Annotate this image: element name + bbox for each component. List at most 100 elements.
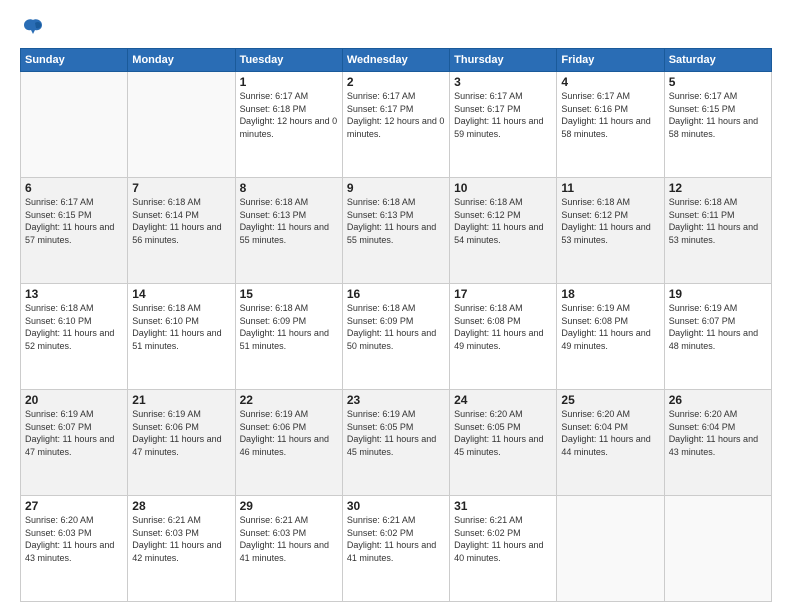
day-number: 16 <box>347 287 445 301</box>
daylight-text: Daylight: 11 hours and 49 minutes. <box>561 328 650 351</box>
day-info: Sunrise: 6:18 AMSunset: 6:13 PMDaylight:… <box>240 196 338 246</box>
table-row: 28 Sunrise: 6:21 AM Sunset: 6:03 PM Dayligh… <box>128 496 235 602</box>
sunset-text: Sunset: 6:09 PM <box>347 316 414 326</box>
day-info: Sunrise: 6:20 AM Sunset: 6:04 PM Daylight:… <box>669 408 767 458</box>
sunset-text: Sunset: 6:12 PM <box>454 210 521 220</box>
sunrise-text: Sunrise: 6:21 AM <box>132 515 201 525</box>
sunrise-text: Sunrise: 6:18 AM <box>561 197 630 207</box>
day-number: 25 <box>561 393 659 407</box>
day-number: 28 <box>132 499 230 513</box>
table-row: 15Sunrise: 6:18 AMSunset: 6:09 PMDayligh… <box>235 284 342 390</box>
col-wednesday: Wednesday <box>342 49 449 72</box>
day-number: 11 <box>561 181 659 195</box>
daylight-text: Daylight: 11 hours and 42 minutes. <box>132 540 221 563</box>
sunrise-text: Sunrise: 6:18 AM <box>132 303 201 313</box>
sunrise-text: Sunrise: 6:19 AM <box>347 409 416 419</box>
daylight-text: Daylight: 11 hours and 58 minutes. <box>561 116 650 139</box>
calendar-table: Sunday Monday Tuesday Wednesday Thursday… <box>20 48 772 602</box>
table-row: 5Sunrise: 6:17 AMSunset: 6:15 PMDaylight… <box>664 72 771 178</box>
sunrise-text: Sunrise: 6:21 AM <box>347 515 416 525</box>
day-info: Sunrise: 6:19 AMSunset: 6:06 PMDaylight:… <box>240 408 338 458</box>
sunset-text: Sunset: 6:14 PM <box>132 210 199 220</box>
daylight-text: Daylight: 11 hours and 50 minutes. <box>347 328 436 351</box>
daylight-text: Daylight: 11 hours and 53 minutes. <box>669 222 758 245</box>
sunrise-text: Sunrise: 6:18 AM <box>669 197 738 207</box>
sunset-text: Sunset: 6:15 PM <box>25 210 92 220</box>
daylight-text: Daylight: 11 hours and 52 minutes. <box>25 328 114 351</box>
day-info: Sunrise: 6:19 AMSunset: 6:06 PMDaylight:… <box>132 408 230 458</box>
daylight-text: Daylight: 11 hours and 40 minutes. <box>454 540 543 563</box>
col-tuesday: Tuesday <box>235 49 342 72</box>
day-info: Sunrise: 6:18 AM Sunset: 6:10 PM Daylight:… <box>25 302 123 352</box>
logo-bird-icon <box>22 16 44 38</box>
daylight-text: Daylight: 11 hours and 58 minutes. <box>669 116 758 139</box>
day-info: Sunrise: 6:21 AM Sunset: 6:03 PM Daylight:… <box>132 514 230 564</box>
day-info: Sunrise: 6:18 AMSunset: 6:14 PMDaylight:… <box>132 196 230 246</box>
sunset-text: Sunset: 6:10 PM <box>132 316 199 326</box>
daylight-text: Daylight: 11 hours and 43 minutes. <box>669 434 758 457</box>
day-info: Sunrise: 6:18 AMSunset: 6:09 PMDaylight:… <box>240 302 338 352</box>
sunset-text: Sunset: 6:05 PM <box>454 422 521 432</box>
col-sunday: Sunday <box>21 49 128 72</box>
table-row: 25Sunrise: 6:20 AMSunset: 6:04 PMDayligh… <box>557 390 664 496</box>
daylight-text: Daylight: 11 hours and 51 minutes. <box>240 328 329 351</box>
day-info: Sunrise: 6:18 AMSunset: 6:10 PMDaylight:… <box>132 302 230 352</box>
day-info: Sunrise: 6:21 AM Sunset: 6:02 PM Daylight:… <box>347 514 445 564</box>
day-number: 14 <box>132 287 230 301</box>
sunrise-text: Sunrise: 6:20 AM <box>454 409 523 419</box>
daylight-text: Daylight: 11 hours and 41 minutes. <box>240 540 329 563</box>
sunrise-text: Sunrise: 6:18 AM <box>240 197 309 207</box>
sunset-text: Sunset: 6:04 PM <box>669 422 736 432</box>
sunset-text: Sunset: 6:06 PM <box>240 422 307 432</box>
day-number: 3 <box>454 75 552 89</box>
table-row <box>664 496 771 602</box>
table-row: 3Sunrise: 6:17 AMSunset: 6:17 PMDaylight… <box>450 72 557 178</box>
sunrise-text: Sunrise: 6:17 AM <box>669 91 738 101</box>
day-number: 17 <box>454 287 552 301</box>
day-info: Sunrise: 6:18 AM Sunset: 6:09 PM Daylight:… <box>347 302 445 352</box>
daylight-text: Daylight: 11 hours and 47 minutes. <box>25 434 114 457</box>
day-number: 7 <box>132 181 230 195</box>
day-number: 21 <box>132 393 230 407</box>
day-number: 15 <box>240 287 338 301</box>
sunset-text: Sunset: 6:02 PM <box>347 528 414 538</box>
day-info: Sunrise: 6:17 AMSunset: 6:18 PMDaylight:… <box>240 90 338 140</box>
table-row: 16 Sunrise: 6:18 AM Sunset: 6:09 PM Dayligh… <box>342 284 449 390</box>
day-info: Sunrise: 6:21 AMSunset: 6:02 PMDaylight:… <box>454 514 552 564</box>
table-row: 29Sunrise: 6:21 AMSunset: 6:03 PMDayligh… <box>235 496 342 602</box>
sunrise-text: Sunrise: 6:18 AM <box>454 303 523 313</box>
sunset-text: Sunset: 6:11 PM <box>669 210 735 220</box>
daylight-text: Daylight: 11 hours and 41 minutes. <box>347 540 436 563</box>
day-info: Sunrise: 6:18 AMSunset: 6:08 PMDaylight:… <box>454 302 552 352</box>
day-number: 27 <box>25 499 123 513</box>
day-info: Sunrise: 6:18 AMSunset: 6:12 PMDaylight:… <box>561 196 659 246</box>
daylight-text: Daylight: 11 hours and 59 minutes. <box>454 116 543 139</box>
sunrise-text: Sunrise: 6:20 AM <box>669 409 738 419</box>
sunrise-text: Sunrise: 6:18 AM <box>347 303 416 313</box>
sunrise-text: Sunrise: 6:17 AM <box>454 91 523 101</box>
logo <box>20 16 44 38</box>
table-row <box>557 496 664 602</box>
day-number: 31 <box>454 499 552 513</box>
sunrise-text: Sunrise: 6:20 AM <box>561 409 630 419</box>
table-row: 22Sunrise: 6:19 AMSunset: 6:06 PMDayligh… <box>235 390 342 496</box>
sunrise-text: Sunrise: 6:19 AM <box>240 409 309 419</box>
day-number: 12 <box>669 181 767 195</box>
day-info: Sunrise: 6:18 AM Sunset: 6:11 PM Daylight:… <box>669 196 767 246</box>
sunrise-text: Sunrise: 6:17 AM <box>561 91 630 101</box>
day-info: Sunrise: 6:18 AMSunset: 6:12 PMDaylight:… <box>454 196 552 246</box>
sunrise-text: Sunrise: 6:18 AM <box>25 303 94 313</box>
sunset-text: Sunset: 6:05 PM <box>347 422 414 432</box>
sunrise-text: Sunrise: 6:19 AM <box>132 409 201 419</box>
col-thursday: Thursday <box>450 49 557 72</box>
day-number: 30 <box>347 499 445 513</box>
day-number: 10 <box>454 181 552 195</box>
sunrise-text: Sunrise: 6:18 AM <box>132 197 201 207</box>
calendar-header-row: Sunday Monday Tuesday Wednesday Thursday… <box>21 49 772 72</box>
sunrise-text: Sunrise: 6:17 AM <box>240 91 309 101</box>
sunset-text: Sunset: 6:10 PM <box>25 316 92 326</box>
table-row <box>21 72 128 178</box>
sunset-text: Sunset: 6:03 PM <box>132 528 199 538</box>
sunset-text: Sunset: 6:12 PM <box>561 210 628 220</box>
col-saturday: Saturday <box>664 49 771 72</box>
